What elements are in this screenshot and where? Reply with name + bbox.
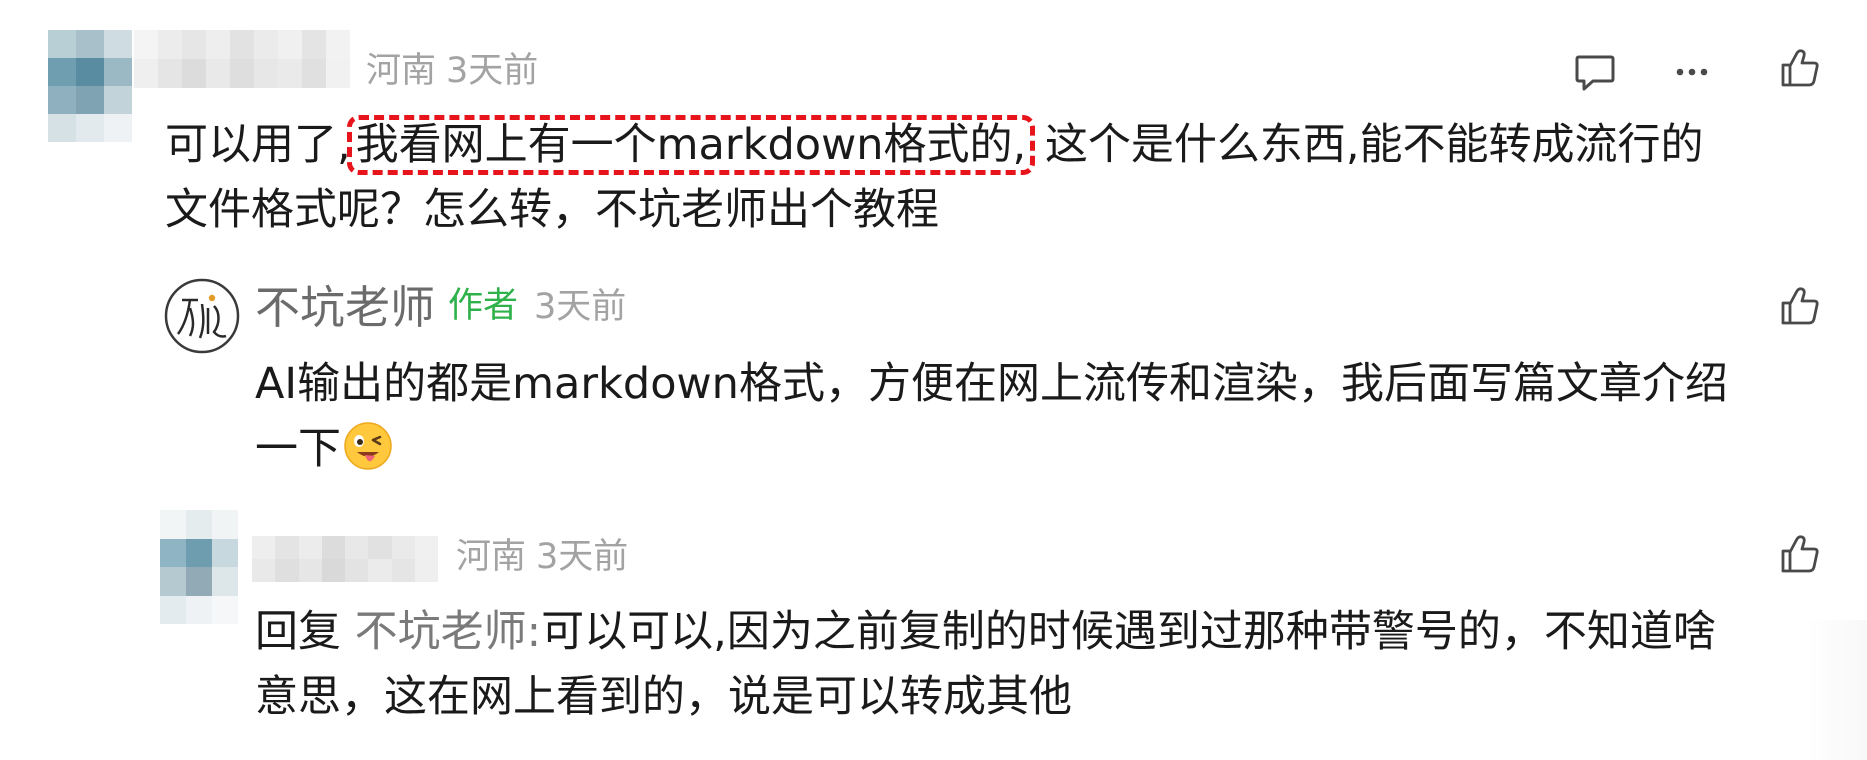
- reply-line2: 意思，这在网上看到的，说是可以转成其他: [255, 672, 1072, 722]
- commenter-name-blurred[interactable]: [134, 30, 350, 88]
- comment-body: 可以用了, 我看网上有一个markdown格式的, 这个是什么东西,能不能转成流行…: [165, 113, 1704, 243]
- author-badge: 作者: [448, 286, 519, 326]
- comment-bubble-icon[interactable]: [1573, 50, 1617, 94]
- like-thumbs-up-icon[interactable]: [1778, 532, 1822, 576]
- comment-text-start: 可以用了,: [165, 120, 351, 170]
- comment-time: 3天前: [446, 51, 539, 91]
- comment-text-end: 这个是什么东西,能不能转成流行的: [1044, 120, 1704, 170]
- reply-line1-rest: 可以可以,因为之前复制的时候遇到过那种带警号的，不知道啥: [541, 607, 1716, 657]
- author-name[interactable]: 不坑老师: [255, 285, 435, 330]
- user-reply-body: 回复 不坑老师:可以可以,因为之前复制的时候遇到过那种带警号的，不知道啥 意思，…: [255, 600, 1716, 730]
- author-reply-line2: 一下: [255, 424, 341, 474]
- reply-mention-link[interactable]: 不坑老师:: [355, 607, 542, 657]
- like-thumbs-up-icon[interactable]: [1778, 46, 1822, 90]
- author-reply-body: AI输出的都是markdown格式，方便在网上流传和渲染，我后面写篇文章介绍 一…: [255, 352, 1728, 482]
- comment-location: 河南: [366, 51, 437, 91]
- commenter-avatar-blurred[interactable]: [48, 30, 132, 142]
- comment-meta: 河南 3天前: [366, 54, 538, 89]
- comment-text-line2: 文件格式呢？怎么转，不坑老师出个教程: [165, 185, 939, 235]
- comment-highlight-box: 我看网上有一个markdown格式的,: [346, 115, 1036, 175]
- like-thumbs-up-icon[interactable]: [1778, 284, 1822, 328]
- reply-prefix: 回复: [255, 607, 341, 657]
- reply-location: 河南: [456, 537, 527, 577]
- edge-fade: [1807, 620, 1867, 760]
- reply-time: 3天前: [536, 537, 629, 577]
- author-reply-line1: AI输出的都是markdown格式，方便在网上流传和渲染，我后面写篇文章介绍: [255, 359, 1728, 409]
- author-avatar[interactable]: [164, 278, 240, 354]
- replier-name-blurred[interactable]: [252, 536, 438, 582]
- winking-tongue-emoji-icon: [344, 422, 392, 470]
- author-reply-time: 3天前: [534, 287, 627, 327]
- reply-meta: 河南 3天前: [456, 540, 628, 575]
- more-dots-icon[interactable]: [1670, 50, 1714, 94]
- replier-avatar-blurred[interactable]: [160, 510, 238, 624]
